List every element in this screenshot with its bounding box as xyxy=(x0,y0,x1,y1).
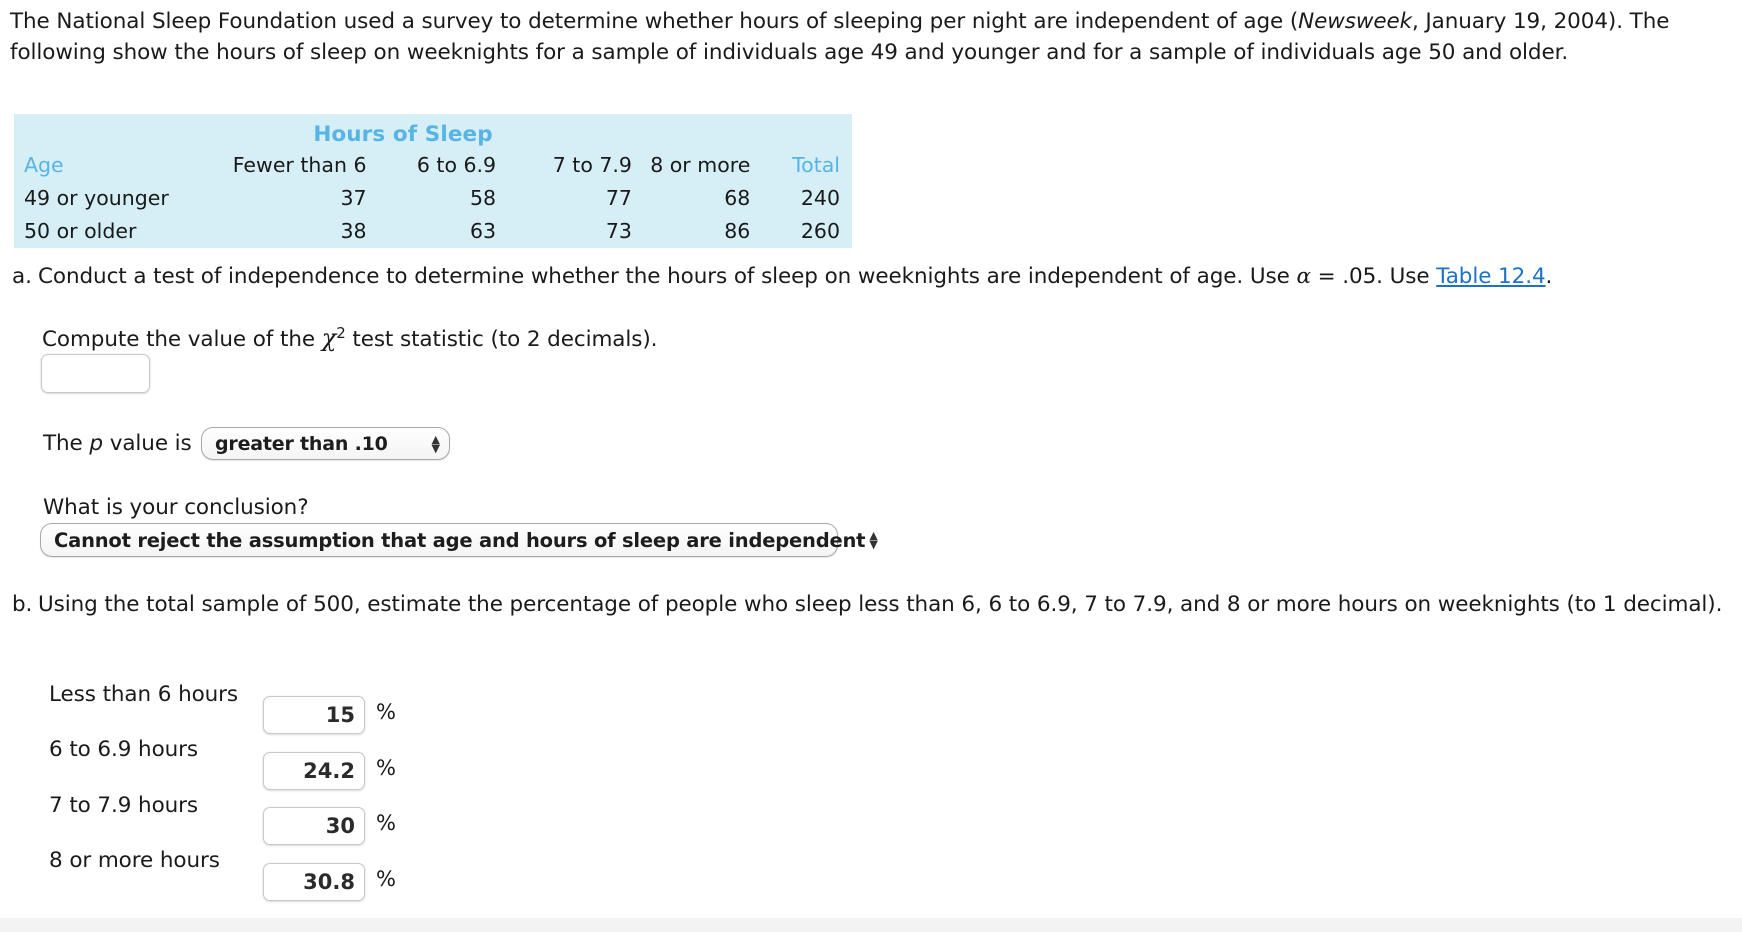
table-header-6-to-6-9: 6 to 6.9 xyxy=(416,153,497,177)
chi-square-input[interactable] xyxy=(41,354,150,393)
percent-label-less-than-6: Less than 6 hours xyxy=(49,682,239,707)
cell-r0-c0: 37 xyxy=(340,186,367,210)
part-a-text-1: Conduct a test of independence to determ… xyxy=(38,264,1297,289)
percent-input-7-to-7-9[interactable] xyxy=(263,807,365,845)
table-header-row: Age Fewer than 6 6 to 6.9 7 to 7.9 8 or … xyxy=(14,149,852,182)
percent-sign-2: % xyxy=(376,811,396,835)
table-title: Hours of Sleep xyxy=(313,122,493,147)
percent-input-6-to-6-9[interactable] xyxy=(263,752,365,790)
conclusion-selected-option: Cannot reject the assumption that age an… xyxy=(54,528,866,552)
p-value-label: The p value is xyxy=(43,429,192,459)
row-label-49-or-younger: 49 or younger xyxy=(24,186,169,210)
table-row: 49 or younger 37 58 77 68 240 xyxy=(14,182,852,215)
updown-arrows-icon: ▲ ▼ xyxy=(431,432,440,455)
compute-chi-square-label: Compute the value of the χ2 test statist… xyxy=(42,318,657,355)
cell-r1-c1: 63 xyxy=(470,219,497,243)
p-value-selected-option: greater than .10 xyxy=(215,432,388,455)
part-b-marker: b. xyxy=(12,592,33,617)
table-header-age: Age xyxy=(24,153,64,177)
percent-input-8-or-more[interactable] xyxy=(263,863,365,901)
cell-r1-c2: 73 xyxy=(605,219,632,243)
cell-r0-c2: 77 xyxy=(605,186,632,210)
part-a-prompt: a. Conduct a test of independence to dete… xyxy=(12,261,1712,292)
intro-paragraph: The National Sleep Foundation used a sur… xyxy=(10,6,1734,68)
compute-text-before: Compute the value of the xyxy=(42,327,322,353)
chi-exponent: 2 xyxy=(336,324,346,342)
conclusion-select[interactable]: Cannot reject the assumption that age an… xyxy=(40,523,878,557)
percent-label-7-to-7-9: 7 to 7.9 hours xyxy=(49,793,199,818)
question-page: The National Sleep Foundation used a sur… xyxy=(0,0,1742,932)
cell-r1-total: 260 xyxy=(800,219,840,243)
table-row: 50 or older 38 63 73 86 260 xyxy=(14,215,852,248)
table-header-fewer-than-6: Fewer than 6 xyxy=(232,153,367,177)
p-value-text-1: The xyxy=(43,431,90,456)
conclusion-question-label: What is your conclusion? xyxy=(43,495,309,520)
p-italic: p xyxy=(89,431,103,456)
part-a-text-2: = .05. Use xyxy=(1310,264,1437,289)
percent-sign-3: % xyxy=(376,867,396,891)
table-header-total: Total xyxy=(792,153,840,177)
cell-r1-c3: 86 xyxy=(724,219,751,243)
alpha-symbol: α xyxy=(1296,264,1311,289)
p-value-text-2: value is xyxy=(102,431,192,456)
cell-r0-c1: 58 xyxy=(470,186,497,210)
compute-text-after: test statistic (to 2 decimals). xyxy=(345,327,658,353)
part-b-prompt: b. Using the total sample of 500, estimat… xyxy=(12,589,1732,620)
percent-label-8-or-more: 8 or more hours xyxy=(49,848,220,873)
table-12-4-link[interactable]: Table 12.4 xyxy=(1436,264,1545,289)
part-a-text-3: . xyxy=(1545,264,1553,289)
row-label-50-or-older: 50 or older xyxy=(24,219,137,243)
percent-input-less-than-6[interactable] xyxy=(263,696,365,734)
part-a-text: Conduct a test of independence to determ… xyxy=(38,261,1552,292)
bottom-gray-bar xyxy=(0,918,1742,932)
intro-source-italic: Newsweek xyxy=(1298,9,1412,34)
intro-text-before: The National Sleep Foundation used a sur… xyxy=(10,9,1299,34)
chi-symbol: χ xyxy=(321,324,337,353)
cell-r0-total: 240 xyxy=(800,186,840,210)
percent-sign-0: % xyxy=(376,700,396,724)
cell-r0-c3: 68 xyxy=(724,186,751,210)
cell-r1-c0: 38 xyxy=(340,219,367,243)
updown-arrows-icon: ▲ ▼ xyxy=(869,529,878,551)
part-a-marker: a. xyxy=(12,264,32,289)
table-grid: Age Fewer than 6 6 to 6.9 7 to 7.9 8 or … xyxy=(14,149,852,248)
part-b-text: Using the total sample of 500, estimate … xyxy=(38,592,1723,617)
percent-label-6-to-6-9: 6 to 6.9 hours xyxy=(49,737,199,762)
p-value-select[interactable]: greater than .10 ▲ ▼ xyxy=(201,427,450,460)
hours-of-sleep-table: Hours of Sleep Age Fewer than 6 6 to 6.9… xyxy=(14,114,852,248)
percent-sign-1: % xyxy=(376,756,396,780)
table-header-7-to-7-9: 7 to 7.9 xyxy=(552,153,632,177)
table-header-8-or-more: 8 or more xyxy=(650,153,751,177)
